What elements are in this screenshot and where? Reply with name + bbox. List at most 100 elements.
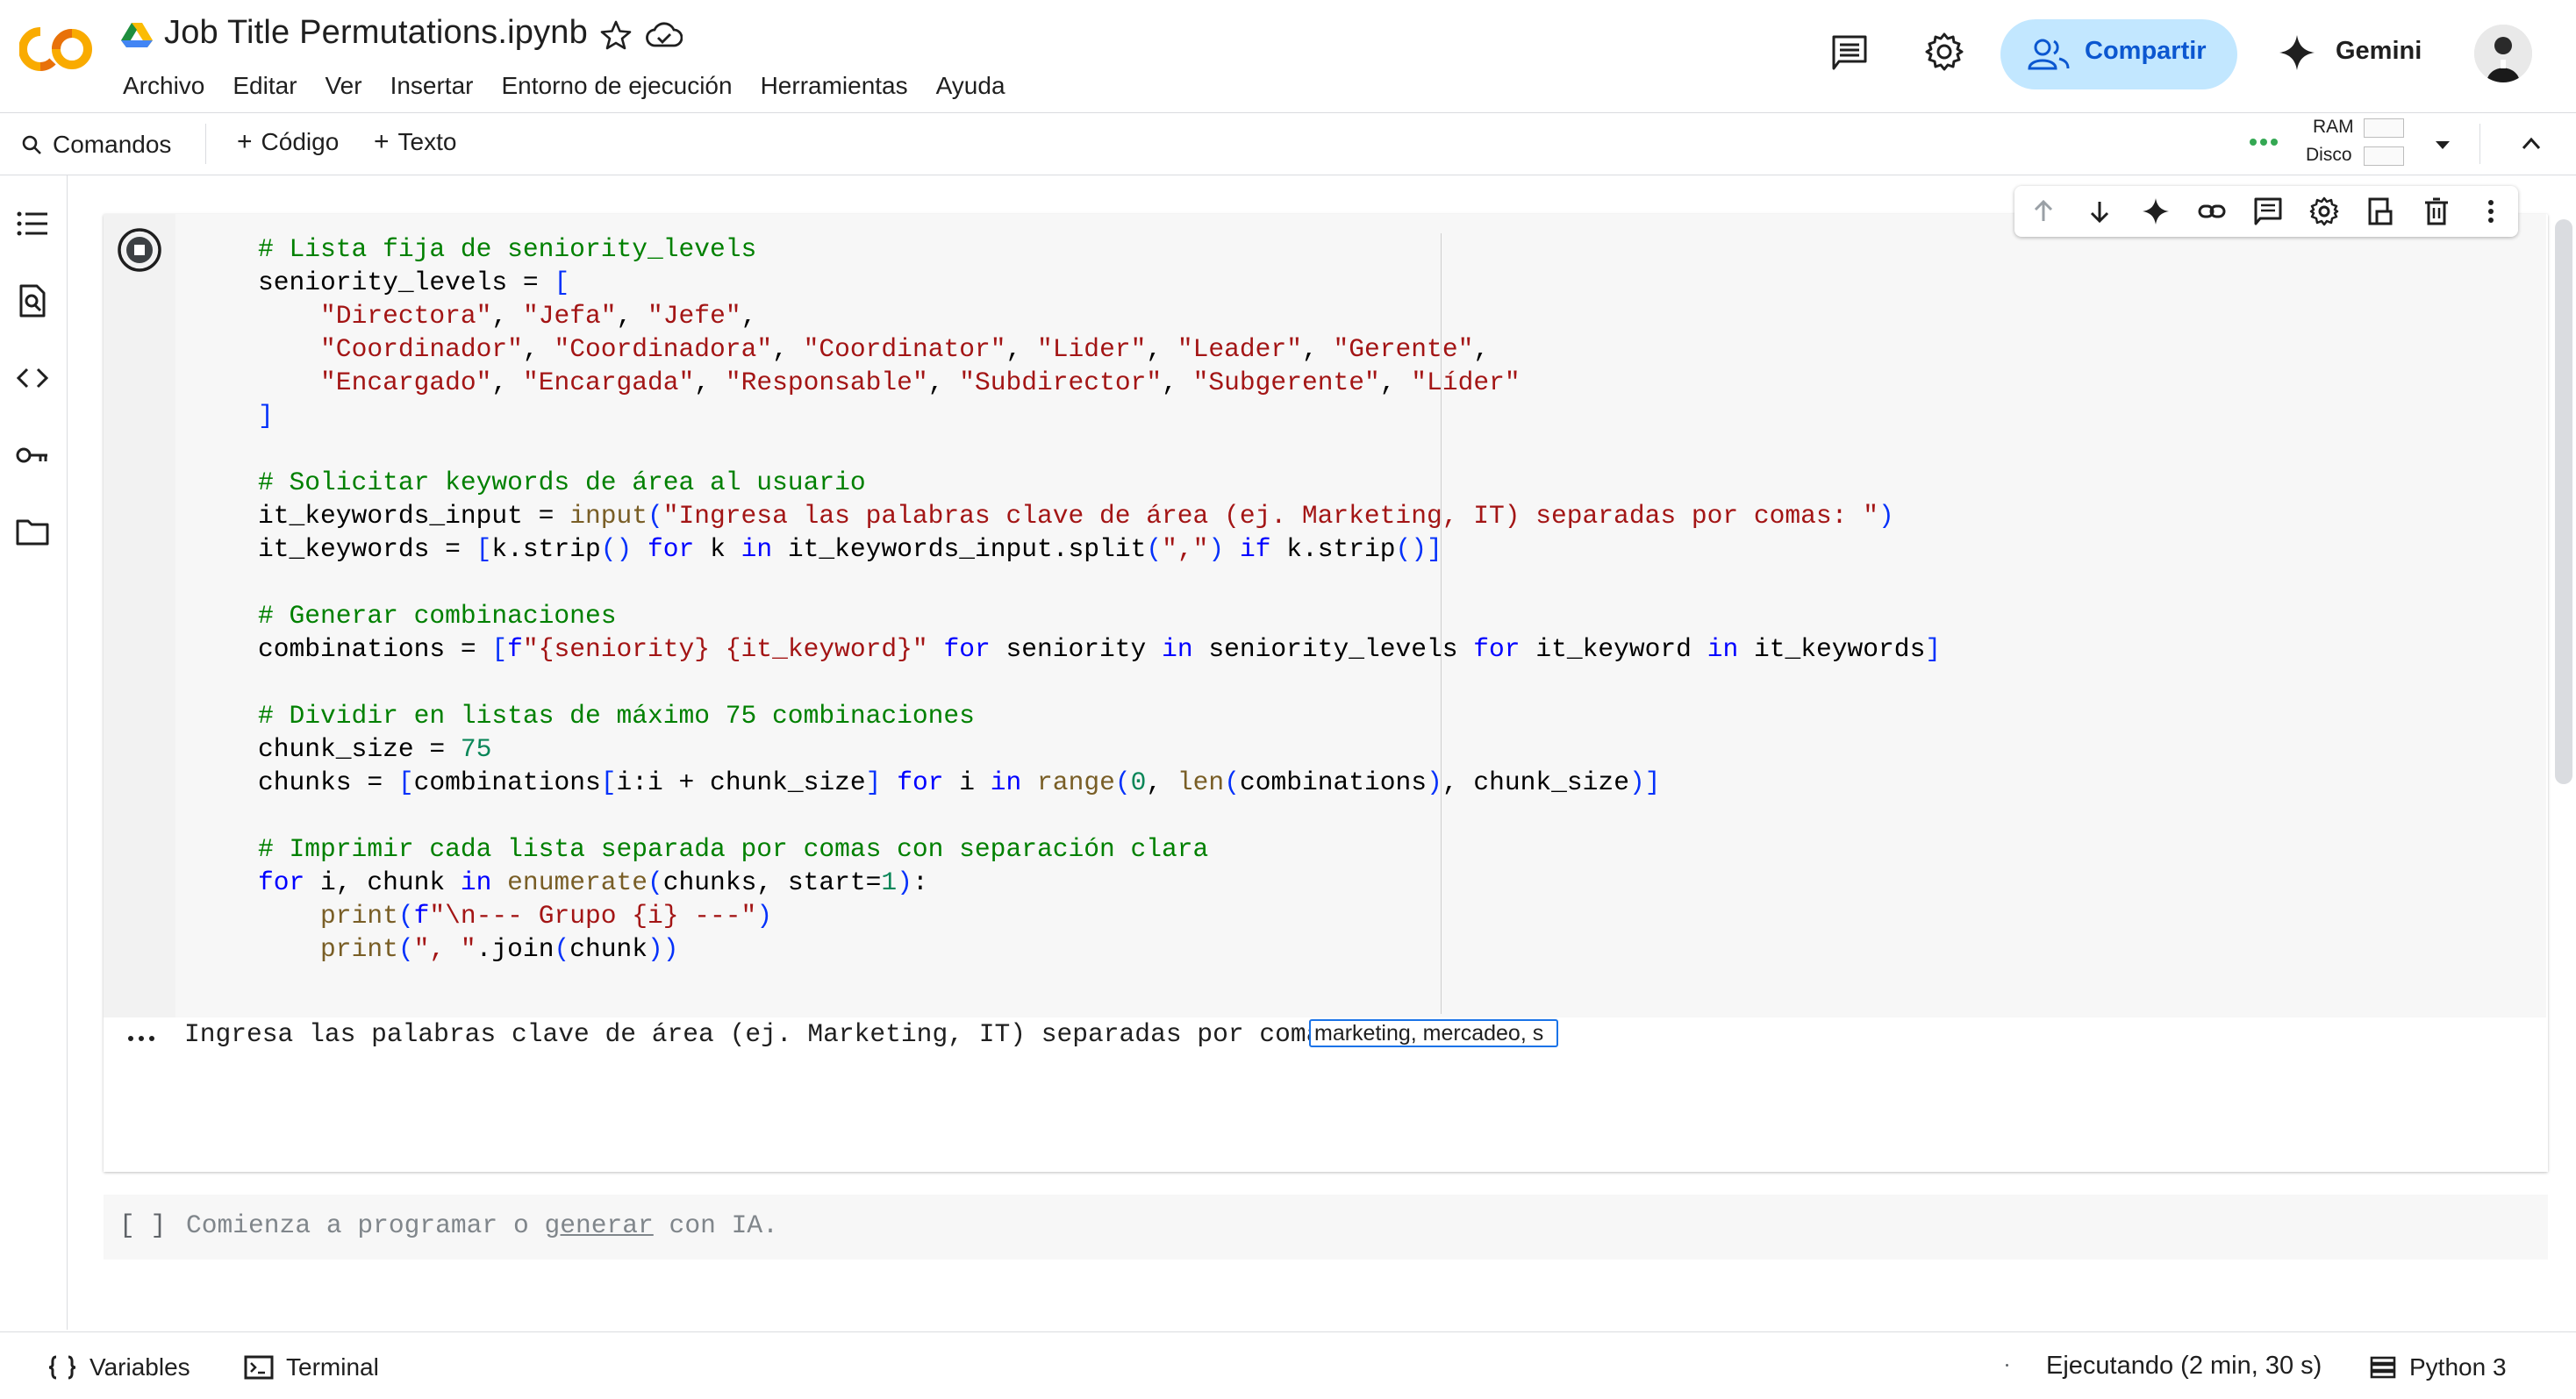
execution-status[interactable]: Ejecutando (2 min, 30 s) (2046, 1352, 2322, 1381)
colab-logo-icon[interactable] (19, 23, 95, 75)
code-line[interactable]: for i, chunk in enumerate(chunks, start=… (258, 867, 928, 897)
notebook-title[interactable]: Job Title Permutations.ipynb (164, 14, 588, 52)
code-line[interactable]: # Solicitar keywords de área al usuario (258, 468, 866, 497)
ram-label: RAM (2313, 117, 2354, 137)
find-in-document-icon[interactable] (14, 282, 51, 319)
people-icon (2028, 39, 2070, 70)
empty-code-cell[interactable]: [ ] Comienza a programar o generar con I… (104, 1195, 2548, 1260)
more-vertical-icon[interactable] (2476, 196, 2506, 226)
menu-entorno-de-ejecucion[interactable]: Entorno de ejecución (502, 68, 733, 103)
menu-ver[interactable]: Ver (326, 68, 362, 103)
menu-editar[interactable]: Editar (233, 68, 297, 103)
search-icon (22, 135, 41, 154)
code-line[interactable]: print(f"\n--- Grupo {i} ---") (258, 901, 772, 931)
code-line[interactable]: # Lista fija de seniority_levels (258, 234, 756, 264)
scrollbar[interactable] (2555, 219, 2572, 784)
gemini-button[interactable]: Gemini (2278, 30, 2427, 77)
code-line[interactable]: "Coordinador", "Coordinadora", "Coordina… (258, 334, 1489, 364)
delete-icon[interactable] (2422, 196, 2451, 226)
code-line[interactable]: print(", ".join(chunk)) (258, 934, 679, 964)
gemini-sparkle-icon (2279, 35, 2315, 70)
notebook-toolbar: Comandos + Código + Texto RAM Disco (0, 112, 2576, 175)
code-line[interactable]: # Generar combinaciones (258, 601, 616, 631)
toolbar-divider (205, 124, 206, 164)
left-sidebar (0, 175, 68, 1330)
mirror-cell-icon[interactable] (2365, 196, 2395, 226)
comments-icon[interactable] (1830, 33, 1869, 72)
code-line[interactable]: # Imprimir cada lista separada por comas… (258, 834, 1208, 864)
code-line[interactable]: it_keywords_input = input("Ingresa las p… (258, 501, 1894, 531)
runtime-status-icon[interactable] (2248, 136, 2279, 148)
curly-braces-icon (48, 1355, 76, 1380)
status-dot (2006, 1364, 2008, 1367)
code-content[interactable]: # Lista fija de seniority_levels seniori… (258, 232, 1941, 966)
folder-icon[interactable] (14, 514, 51, 551)
comment-icon[interactable] (2253, 196, 2283, 226)
code-editor[interactable]: # Lista fija de seniority_levels seniori… (175, 214, 2546, 1017)
menu-insertar[interactable]: Insertar (390, 68, 474, 103)
toolbar-divider (2479, 124, 2480, 164)
drive-icon[interactable] (121, 21, 153, 49)
cell-gutter (104, 214, 175, 1017)
gemini-label: Gemini (2336, 37, 2422, 65)
code-cell[interactable]: # Lista fija de seniority_levels seniori… (104, 214, 2548, 1172)
commands-button[interactable]: Comandos (21, 127, 171, 162)
code-line[interactable]: combinations = [f"{seniority} {it_keywor… (258, 634, 1941, 664)
cell-toolbar (2014, 186, 2518, 237)
code-line[interactable]: seniority_levels = [ (258, 268, 569, 297)
stop-execution-icon[interactable] (116, 226, 163, 274)
cell-output: Ingresa las palabras clave de área (ej. … (104, 1017, 2548, 1172)
gear-icon[interactable] (2309, 196, 2339, 226)
share-button[interactable]: Compartir (2000, 19, 2237, 89)
chevron-up-icon[interactable] (2516, 129, 2546, 159)
kernel-label: Python 3 (2409, 1353, 2507, 1381)
terminal-label: Terminal (286, 1353, 379, 1381)
variables-button[interactable]: Variables (47, 1350, 190, 1385)
cell-execution-count[interactable]: [ ] (119, 1210, 166, 1240)
move-up-icon[interactable] (2029, 196, 2058, 226)
code-line[interactable]: it_keywords = [k.strip() for k in it_key… (258, 534, 1442, 564)
add-code-button[interactable]: + Código (237, 127, 339, 162)
menu-archivo[interactable]: Archivo (123, 68, 204, 103)
more-horizontal-icon[interactable] (126, 1033, 156, 1044)
share-label: Compartir (2085, 37, 2207, 65)
code-line[interactable]: # Dividir en listas de máximo 75 combina… (258, 701, 975, 731)
placeholder-suffix: con IA. (653, 1210, 778, 1240)
placeholder-prefix: Comienza a programar o (186, 1210, 545, 1240)
terminal-button[interactable]: Terminal (244, 1350, 379, 1385)
add-text-button[interactable]: + Texto (374, 127, 456, 162)
cloud-saved-icon[interactable] (646, 19, 683, 51)
link-icon[interactable] (2197, 196, 2227, 226)
code-line[interactable]: ] (258, 401, 274, 431)
status-bar: Variables Terminal Ejecutando (2 min, 30… (0, 1331, 2576, 1399)
code-line[interactable]: "Directora", "Jefa", "Jefe", (258, 301, 756, 331)
chevron-down-icon[interactable] (2429, 131, 2457, 159)
ram-meter[interactable] (2364, 118, 2404, 138)
code-line[interactable]: chunk_size = 75 (258, 734, 491, 764)
code-line[interactable]: chunks = [combinations[i:i + chunk_size]… (258, 767, 1661, 797)
avatar[interactable] (2474, 25, 2532, 82)
gear-icon[interactable] (1924, 32, 1964, 72)
kernel-button[interactable]: Python 3 (2369, 1350, 2507, 1385)
star-icon[interactable] (598, 18, 633, 53)
generate-link[interactable]: generar (544, 1210, 653, 1240)
disk-label: Disco (2306, 145, 2352, 165)
input-prompt-text: Ingresa las palabras clave de área (ej. … (184, 1019, 1369, 1049)
gemini-sparkle-icon[interactable] (2141, 196, 2171, 226)
commands-label: Comandos (53, 131, 172, 158)
menu-ayuda[interactable]: Ayuda (936, 68, 1005, 103)
code-line[interactable]: "Encargado", "Encargada", "Responsable",… (258, 368, 1521, 397)
stdin-input[interactable] (1309, 1019, 1558, 1047)
variables-label: Variables (89, 1353, 190, 1381)
app-header: Job Title Permutations.ipynb Archivo Edi… (0, 0, 2576, 111)
code-snippets-icon[interactable] (14, 360, 51, 396)
key-icon[interactable] (14, 437, 51, 474)
disk-meter[interactable] (2364, 146, 2404, 166)
move-down-icon[interactable] (2085, 196, 2114, 226)
menu-herramientas[interactable]: Herramientas (761, 68, 908, 103)
server-icon (2370, 1356, 2396, 1379)
terminal-icon (244, 1355, 274, 1380)
cell-placeholder: Comienza a programar o generar con IA. (186, 1210, 778, 1240)
add-text-label: Texto (397, 128, 457, 155)
table-of-contents-icon[interactable] (14, 205, 51, 242)
